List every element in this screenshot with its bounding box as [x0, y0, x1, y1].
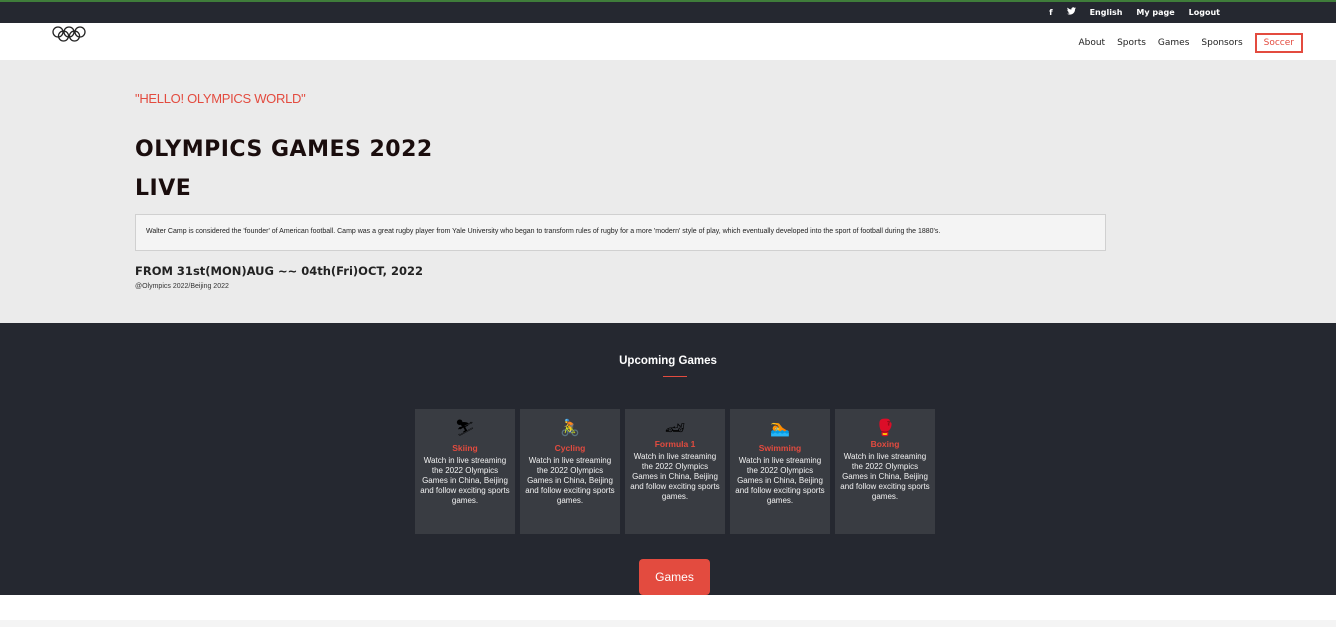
- hero-title-line-2: LIVE: [135, 176, 192, 201]
- game-card-title: Cycling: [554, 443, 586, 453]
- hero-title-line-1: OLYMPICS GAMES 2022: [135, 137, 433, 162]
- nav-sports[interactable]: Sports: [1117, 38, 1146, 48]
- upcoming-heading: Upcoming Games: [619, 355, 717, 367]
- game-card-boxing[interactable]: 🥊 Boxing Watch in live streaming the 202…: [835, 409, 935, 534]
- cycling-icon: 🚴: [560, 420, 580, 437]
- game-card-text: Watch in live streaming the 2022 Olympic…: [525, 456, 615, 505]
- nav-menu: About Sports Games Sponsors Soccer: [1066, 33, 1303, 53]
- language-link[interactable]: English: [1090, 8, 1123, 17]
- olympic-rings-logo[interactable]: [51, 25, 87, 43]
- hero-title: OLYMPICS GAMES 2022 LIVE: [135, 130, 433, 208]
- boxing-glove-icon: 🥊: [875, 420, 895, 437]
- nav-sponsors[interactable]: Sponsors: [1201, 38, 1242, 48]
- top-links: f English My page Logout: [1049, 7, 1220, 17]
- nav-soccer-button[interactable]: Soccer: [1254, 33, 1303, 53]
- top-bar: f English My page Logout: [0, 0, 1336, 23]
- upcoming-games-section: Upcoming Games ⛷ Skiing Watch in live st…: [0, 323, 1336, 595]
- game-card-text: Watch in live streaming the 2022 Olympic…: [420, 456, 510, 505]
- hero-dates: FROM 31st(MON)AUG ~~ 04th(Fri)OCT, 2022: [135, 264, 423, 278]
- hero-credit: @Olympics 2022/Beijing 2022: [135, 283, 229, 290]
- game-card-text: Watch in live streaming the 2022 Olympic…: [840, 452, 930, 501]
- nav-about[interactable]: About: [1078, 38, 1105, 48]
- nav-games[interactable]: Games: [1158, 38, 1189, 48]
- race-car-icon: 🏎: [664, 420, 686, 437]
- game-card-text: Watch in live streaming the 2022 Olympic…: [735, 456, 825, 505]
- game-card-title: Boxing: [870, 439, 900, 449]
- hero-greeting: "HELLO! OLYMPICS WORLD": [135, 91, 306, 106]
- game-card-title: Skiing: [452, 443, 478, 453]
- game-card-title: Swimming: [758, 443, 802, 453]
- hero-description: Walter Camp is considered the 'founder' …: [135, 214, 1106, 251]
- game-card-skiing[interactable]: ⛷ Skiing Watch in live streaming the 202…: [415, 409, 515, 534]
- mypage-link[interactable]: My page: [1136, 8, 1174, 17]
- swimming-icon: 🏊: [770, 420, 790, 437]
- game-card-swimming[interactable]: 🏊 Swimming Watch in live streaming the 2…: [730, 409, 830, 534]
- logout-link[interactable]: Logout: [1189, 8, 1220, 17]
- footer-strip: [0, 595, 1336, 620]
- game-card-text: Watch in live streaming the 2022 Olympic…: [630, 452, 720, 501]
- main-navbar: About Sports Games Sponsors Soccer: [0, 23, 1336, 60]
- facebook-icon[interactable]: f: [1049, 8, 1052, 17]
- games-button[interactable]: Games: [639, 559, 710, 595]
- game-cards: ⛷ Skiing Watch in live streaming the 202…: [415, 409, 935, 534]
- skiing-icon: ⛷: [454, 420, 476, 437]
- game-card-title: Formula 1: [654, 439, 696, 449]
- hero-section: "HELLO! OLYMPICS WORLD" OLYMPICS GAMES 2…: [0, 60, 1336, 323]
- game-card-formula-1[interactable]: 🏎 Formula 1 Watch in live streaming the …: [625, 409, 725, 534]
- game-card-cycling[interactable]: 🚴 Cycling Watch in live streaming the 20…: [520, 409, 620, 534]
- heading-underline: [663, 376, 687, 377]
- twitter-icon[interactable]: [1066, 7, 1076, 17]
